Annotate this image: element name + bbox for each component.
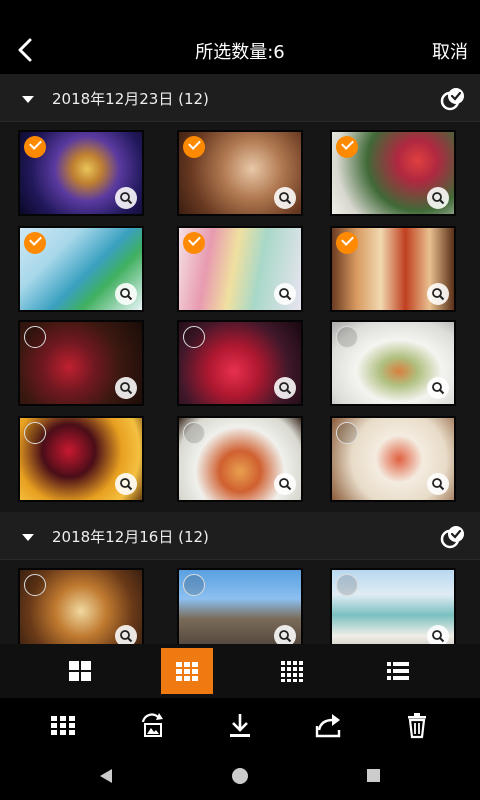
unselected-check-icon[interactable] <box>183 574 205 596</box>
photo-list[interactable]: 2018年12月23日 (12) 2018年12月16日 (12) <box>0 74 480 644</box>
cancel-button[interactable]: 取消 <box>432 38 468 64</box>
zoom-button[interactable] <box>427 625 449 644</box>
unselected-check-icon[interactable] <box>24 574 46 596</box>
download-icon <box>230 714 250 737</box>
nav-home-icon[interactable] <box>232 768 248 784</box>
magnifier-icon <box>120 288 133 301</box>
magnifier-icon <box>432 630 445 643</box>
select-all-button[interactable] <box>440 86 466 112</box>
photo-thumbnail[interactable] <box>177 320 303 406</box>
photo-thumbnail[interactable] <box>330 130 456 216</box>
zoom-button[interactable] <box>115 625 137 644</box>
selected-check-icon[interactable] <box>336 136 358 158</box>
magnifier-icon <box>432 288 445 301</box>
photo-thumbnail[interactable] <box>177 568 303 644</box>
caret-down-icon[interactable] <box>22 96 34 103</box>
grid-3x3-icon <box>176 662 198 681</box>
selected-check-icon[interactable] <box>183 136 205 158</box>
magnifier-icon <box>432 382 445 395</box>
photo-thumbnail[interactable] <box>177 416 303 502</box>
photo-thumbnail[interactable] <box>330 568 456 644</box>
top-bar: 所选数量:6 取消 <box>0 0 480 74</box>
slideshow-button[interactable] <box>137 710 167 740</box>
magnifier-icon <box>279 382 292 395</box>
delete-icon <box>408 713 426 739</box>
grid-2x2-icon <box>69 661 91 681</box>
action-toolbar <box>0 698 480 752</box>
unselected-check-icon[interactable] <box>336 326 358 348</box>
section-header[interactable]: 2018年12月16日 (12) <box>0 512 480 560</box>
unselected-check-icon[interactable] <box>183 422 205 444</box>
selected-check-icon[interactable] <box>336 232 358 254</box>
section-date: 2018年12月16日 (12) <box>52 528 209 546</box>
zoom-button[interactable] <box>274 625 296 644</box>
list-icon <box>387 662 409 680</box>
photo-thumbnail[interactable] <box>18 416 144 502</box>
photo-thumbnail[interactable] <box>330 226 456 312</box>
download-button[interactable] <box>225 710 255 740</box>
magnifier-icon <box>279 192 292 205</box>
grid-select-icon <box>51 716 75 735</box>
multi-select-button[interactable] <box>48 710 78 740</box>
select-all-button[interactable] <box>440 524 466 550</box>
section-date: 2018年12月23日 (12) <box>52 90 209 108</box>
photo-thumbnail[interactable] <box>18 320 144 406</box>
share-icon <box>315 714 341 738</box>
magnifier-icon <box>120 478 133 491</box>
selected-check-icon[interactable] <box>24 232 46 254</box>
zoom-button[interactable] <box>427 283 449 305</box>
magnifier-icon <box>432 192 445 205</box>
zoom-button[interactable] <box>274 473 296 495</box>
view-2x2-button[interactable] <box>54 648 106 694</box>
magnifier-icon <box>279 630 292 643</box>
unselected-check-icon[interactable] <box>24 422 46 444</box>
zoom-button[interactable] <box>427 187 449 209</box>
photo-thumbnail[interactable] <box>18 226 144 312</box>
unselected-check-icon[interactable] <box>336 574 358 596</box>
unselected-check-icon[interactable] <box>336 422 358 444</box>
view-mode-bar <box>0 644 480 698</box>
section-header[interactable]: 2018年12月23日 (12) <box>0 74 480 122</box>
photo-thumbnail[interactable] <box>177 130 303 216</box>
view-3x3-button[interactable] <box>161 648 213 694</box>
selected-check-icon[interactable] <box>183 232 205 254</box>
selected-check-icon[interactable] <box>24 136 46 158</box>
zoom-button[interactable] <box>274 187 296 209</box>
photo-thumbnail[interactable] <box>18 568 144 644</box>
zoom-button[interactable] <box>427 377 449 399</box>
unselected-check-icon[interactable] <box>24 326 46 348</box>
photo-thumbnail[interactable] <box>177 226 303 312</box>
magnifier-icon <box>279 288 292 301</box>
magnifier-icon <box>120 192 133 205</box>
zoom-button[interactable] <box>115 283 137 305</box>
caret-down-icon[interactable] <box>22 534 34 541</box>
magnifier-icon <box>120 382 133 395</box>
page-title: 所选数量:6 <box>195 42 285 63</box>
zoom-button[interactable] <box>274 377 296 399</box>
zoom-button[interactable] <box>427 473 449 495</box>
zoom-button[interactable] <box>274 283 296 305</box>
zoom-button[interactable] <box>115 377 137 399</box>
share-button[interactable] <box>313 710 343 740</box>
photo-thumbnail[interactable] <box>330 320 456 406</box>
slideshow-icon <box>141 713 163 737</box>
grid-4x4-icon <box>281 661 303 682</box>
view-4x4-button[interactable] <box>266 648 318 694</box>
magnifier-icon <box>432 478 445 491</box>
magnifier-icon <box>120 630 133 643</box>
photo-thumbnail[interactable] <box>18 130 144 216</box>
photo-thumbnail[interactable] <box>330 416 456 502</box>
magnifier-icon <box>279 478 292 491</box>
system-nav-bar <box>0 752 480 800</box>
nav-back-icon[interactable] <box>100 769 112 783</box>
unselected-check-icon[interactable] <box>183 326 205 348</box>
select-all-icon <box>440 526 464 549</box>
select-all-icon <box>440 88 464 111</box>
delete-button[interactable] <box>402 710 432 740</box>
zoom-button[interactable] <box>115 187 137 209</box>
zoom-button[interactable] <box>115 473 137 495</box>
nav-recent-apps-icon[interactable] <box>367 769 380 782</box>
view-list-button[interactable] <box>372 648 424 694</box>
